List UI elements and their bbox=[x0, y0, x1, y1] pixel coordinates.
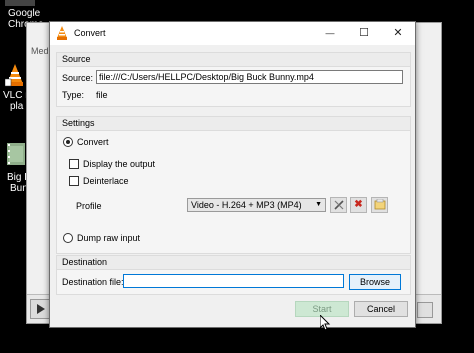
profile-select[interactable]: Video - H.264 + MP3 (MP4) ▼ bbox=[187, 198, 326, 212]
edit-profile-button[interactable] bbox=[330, 197, 347, 213]
source-group-title: Source bbox=[57, 53, 410, 67]
dialog-titlebar: Convert — ☐ ✕ bbox=[50, 22, 415, 45]
cancel-button[interactable]: Cancel bbox=[354, 301, 408, 317]
delete-icon: ✖ bbox=[354, 199, 363, 210]
type-label: Type: bbox=[62, 90, 85, 100]
chrome-desktop-label-1[interactable]: Google bbox=[8, 8, 40, 19]
dump-raw-radio[interactable] bbox=[63, 233, 73, 243]
display-output-checkbox[interactable] bbox=[69, 159, 79, 169]
profile-label: Profile bbox=[76, 201, 102, 211]
display-output-label[interactable]: Display the output bbox=[83, 159, 155, 169]
new-profile-button[interactable] bbox=[371, 197, 388, 213]
convert-label[interactable]: Convert bbox=[77, 137, 109, 147]
settings-group-title: Settings bbox=[57, 117, 410, 131]
vlc-media-menu[interactable]: Med bbox=[31, 46, 49, 56]
minimize-button[interactable]: — bbox=[313, 22, 347, 45]
destination-file-input[interactable] bbox=[123, 274, 344, 288]
source-label: Source: bbox=[62, 73, 94, 83]
source-field[interactable]: file:///C:/Users/HELLPC/Desktop/Big Buck… bbox=[96, 70, 403, 84]
vlc-desktop-label-2[interactable]: pla bbox=[10, 101, 23, 112]
profile-selected-value: Video - H.264 + MP3 (MP4) bbox=[191, 200, 302, 210]
dump-raw-label[interactable]: Dump raw input bbox=[77, 233, 140, 243]
delete-profile-button[interactable]: ✖ bbox=[350, 197, 367, 213]
source-group: Source Source: file:///C:/Users/HELLPC/D… bbox=[56, 52, 411, 107]
convert-radio[interactable] bbox=[63, 137, 73, 147]
maximize-button[interactable]: ☐ bbox=[347, 22, 381, 45]
play-icon bbox=[37, 304, 45, 314]
browse-button[interactable]: Browse bbox=[349, 274, 401, 290]
close-button[interactable]: ✕ bbox=[381, 22, 415, 45]
destination-group-title: Destination bbox=[57, 256, 410, 270]
destination-group: Destination Destination file: Browse bbox=[56, 255, 411, 295]
play-button[interactable] bbox=[30, 299, 50, 319]
vlc-cone-icon bbox=[57, 26, 67, 40]
convert-dialog: Convert — ☐ ✕ Source Source: file:///C:/… bbox=[49, 21, 416, 328]
new-profile-icon bbox=[374, 198, 385, 210]
settings-group: Settings Convert Display the output Dein… bbox=[56, 116, 411, 254]
chevron-down-icon: ▼ bbox=[315, 201, 322, 208]
fullscreen-button[interactable] bbox=[417, 302, 433, 318]
deinterlace-label[interactable]: Deinterlace bbox=[83, 176, 129, 186]
movie-file-icon[interactable] bbox=[7, 143, 25, 165]
type-value: file bbox=[96, 90, 108, 100]
dialog-title: Convert bbox=[74, 28, 106, 38]
vlc-desktop-icon[interactable] bbox=[5, 63, 25, 87]
chrome-desktop-icon[interactable] bbox=[5, 0, 35, 6]
deinterlace-checkbox[interactable] bbox=[69, 176, 79, 186]
destination-file-label: Destination file: bbox=[62, 277, 124, 287]
wrench-icon bbox=[333, 200, 344, 210]
mouse-cursor-icon bbox=[320, 315, 331, 331]
